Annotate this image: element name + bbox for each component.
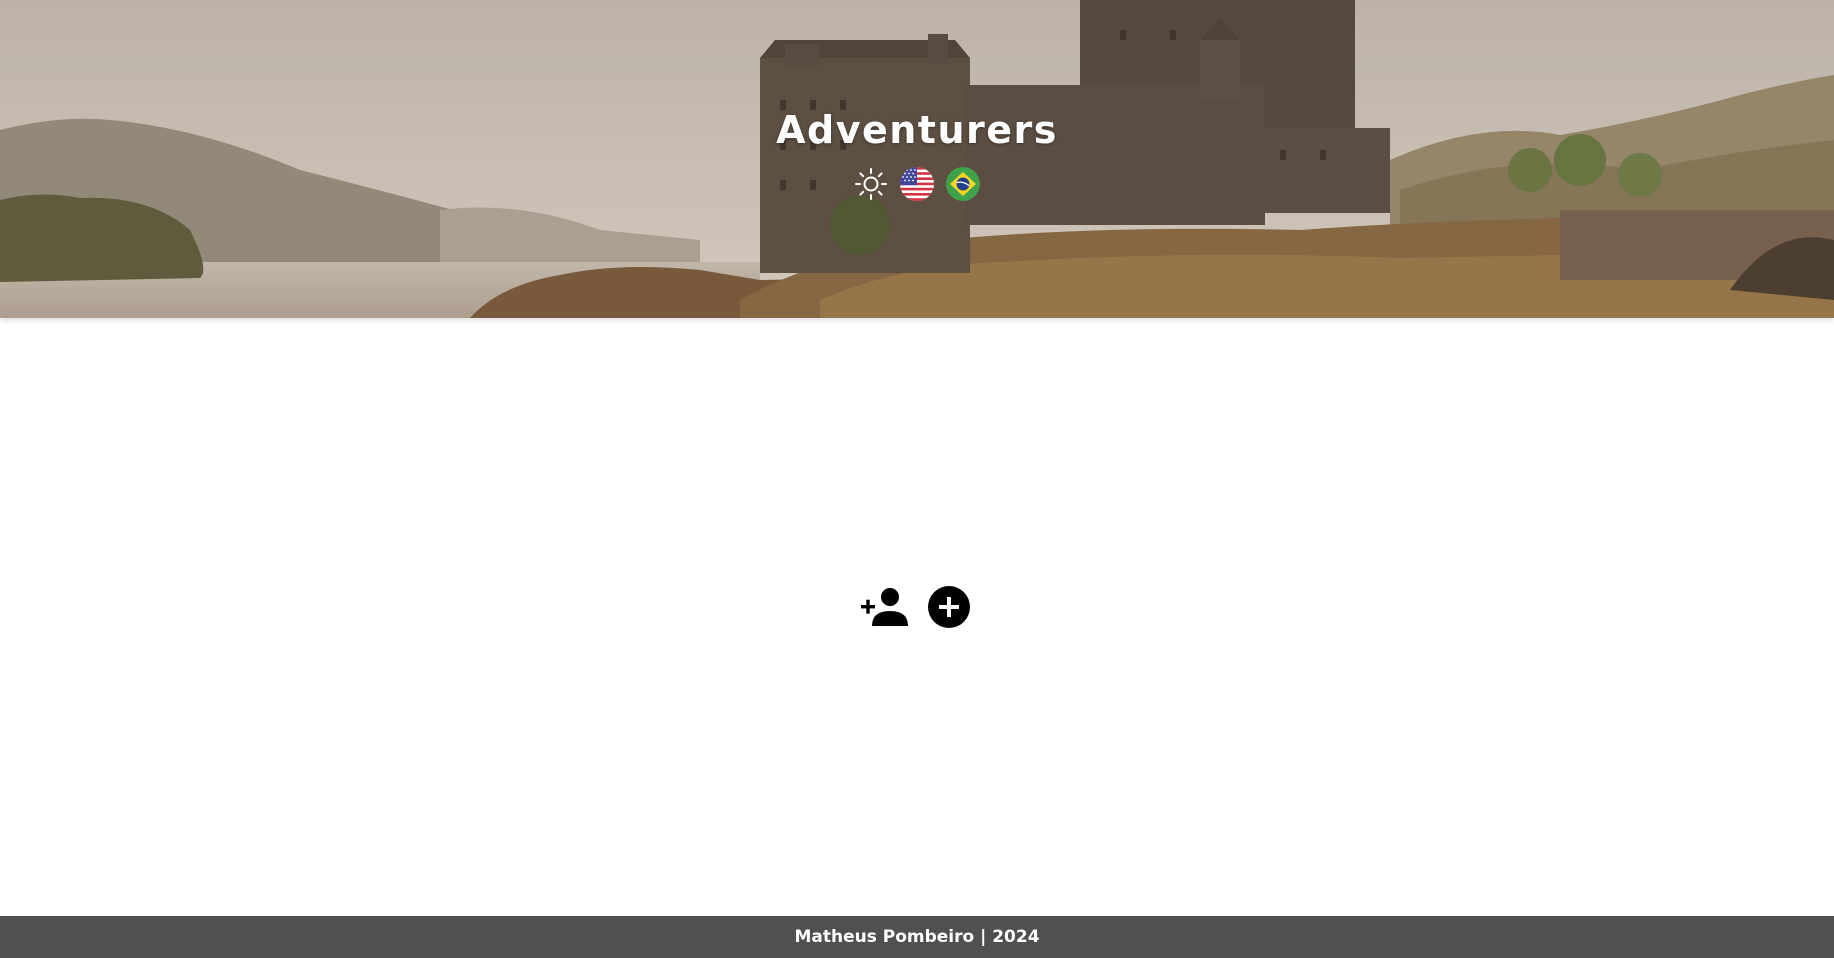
main-actions bbox=[0, 584, 1834, 630]
add-adventurer-button[interactable] bbox=[860, 584, 910, 630]
brazil-flag-icon bbox=[946, 167, 980, 201]
page-title: Adventurers bbox=[776, 108, 1058, 152]
plus-circle-icon bbox=[928, 586, 970, 628]
footer: Matheus Pombeiro | 2024 bbox=[0, 916, 1834, 958]
us-flag-icon bbox=[900, 167, 934, 201]
add-button[interactable] bbox=[924, 584, 974, 630]
language-pt-button[interactable] bbox=[945, 166, 981, 202]
sun-icon bbox=[855, 168, 887, 200]
castle-landscape-image bbox=[0, 0, 1834, 318]
header-controls bbox=[0, 166, 1834, 202]
theme-toggle-button[interactable] bbox=[853, 166, 889, 202]
footer-credit: Matheus Pombeiro | 2024 bbox=[794, 927, 1040, 947]
person-add-icon bbox=[861, 588, 908, 626]
language-en-button[interactable] bbox=[899, 166, 935, 202]
hero-banner: Adventurers bbox=[0, 0, 1834, 318]
